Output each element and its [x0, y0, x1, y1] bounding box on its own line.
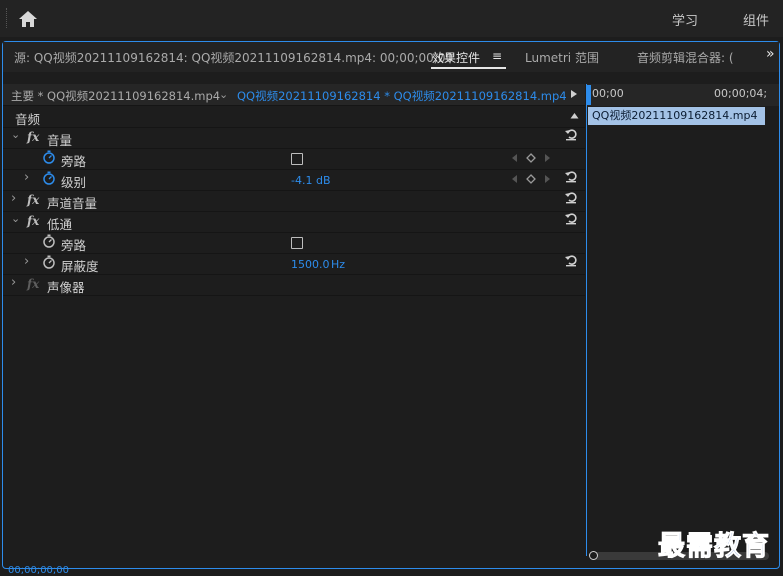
fx-icon[interactable]: fx	[27, 277, 39, 291]
cutoff-value[interactable]: 1500.0	[291, 258, 330, 271]
reset-icon[interactable]	[564, 253, 578, 267]
tab-audio-clip-mixer[interactable]: 音频剪辑混合器: (	[637, 49, 743, 66]
cutoff-unit: Hz	[331, 258, 346, 271]
keyframe-navigator-icon[interactable]	[511, 174, 551, 184]
effect-lowpass-label: 低通	[47, 217, 73, 232]
sequence-clip-label[interactable]: QQ视频20211109162814 * QQ视频20211109162814.…	[237, 88, 567, 104]
section-audio-label: 音频	[15, 112, 41, 127]
reset-icon[interactable]	[564, 127, 578, 141]
effect-volume-label: 音量	[47, 133, 73, 148]
home-icon[interactable]	[18, 9, 38, 29]
scrollbar-handle[interactable]	[589, 551, 598, 560]
bypass-checkbox[interactable]	[291, 153, 303, 165]
stopwatch-icon[interactable]	[42, 234, 56, 248]
reset-icon[interactable]	[564, 190, 578, 204]
collapse-up-icon[interactable]	[570, 112, 579, 119]
level-value[interactable]: -4.1 dB	[291, 174, 331, 187]
tab-overflow-icon[interactable]: »	[766, 46, 775, 62]
fx-icon[interactable]: fx	[27, 130, 39, 144]
keyframe-navigator-icon[interactable]	[511, 153, 551, 163]
reset-icon[interactable]	[564, 211, 578, 225]
tab-lumetri-scopes[interactable]: Lumetri 范围	[525, 49, 599, 66]
timeline-divider[interactable]	[586, 84, 587, 556]
timecode-end: 00;00;04;	[714, 87, 768, 100]
fx-icon[interactable]: fx	[27, 214, 39, 228]
footer-timecode[interactable]: 00;00;00;00	[8, 565, 69, 576]
watermark-text: 最需教育	[658, 531, 770, 563]
nav-learn[interactable]: 学习	[672, 10, 698, 29]
chevron-down-icon[interactable]: ⌄	[11, 212, 20, 225]
active-tab-underline	[431, 67, 506, 69]
effect-channel-volume-label: 声道音量	[47, 196, 98, 211]
section-audio-row	[3, 106, 585, 128]
fx-icon[interactable]: fx	[27, 193, 39, 207]
play-triangle-icon[interactable]	[570, 89, 578, 99]
chevron-right-icon[interactable]: ›	[24, 254, 29, 269]
chevron-right-icon[interactable]: ›	[11, 191, 16, 206]
stopwatch-icon[interactable]	[42, 171, 56, 185]
playhead[interactable]	[587, 85, 591, 105]
grip-handle[interactable]	[6, 8, 9, 28]
param-bypass-label: 旁路	[61, 238, 87, 253]
stopwatch-icon[interactable]	[42, 255, 56, 269]
bypass-checkbox[interactable]	[291, 237, 303, 249]
timecode-start: 00;00	[592, 87, 624, 100]
reset-icon[interactable]	[564, 169, 578, 183]
param-bypass-label: 旁路	[61, 154, 87, 169]
chevron-right-icon[interactable]: ›	[24, 170, 29, 185]
chevron-down-icon[interactable]: ⌄	[11, 128, 20, 141]
chevron-down-icon[interactable]: ⌄	[219, 88, 228, 101]
param-level-label: 级别	[61, 175, 87, 190]
effect-panner-label: 声像器	[47, 280, 85, 295]
tab-source[interactable]: 源: QQ视频20211109162814: QQ视频2021110916281…	[14, 49, 453, 66]
timeline-clip-bar[interactable]: QQ视频20211109162814.mp4	[588, 107, 765, 125]
panel-menu-icon[interactable]: ≡	[492, 49, 502, 63]
chevron-right-icon[interactable]: ›	[11, 275, 16, 290]
param-cutoff-label: 屏蔽度	[61, 259, 99, 274]
nav-components[interactable]: 组件	[743, 10, 769, 29]
effect-volume-row	[3, 127, 585, 149]
tab-effect-controls[interactable]: 效果控件	[432, 49, 480, 66]
effect-lowpass-row	[3, 211, 585, 233]
effect-panner-row	[3, 274, 585, 296]
stopwatch-icon[interactable]	[42, 150, 56, 164]
master-clip-label[interactable]: 主要 * QQ视频20211109162814.mp4	[11, 88, 220, 104]
top-bar	[0, 0, 783, 37]
